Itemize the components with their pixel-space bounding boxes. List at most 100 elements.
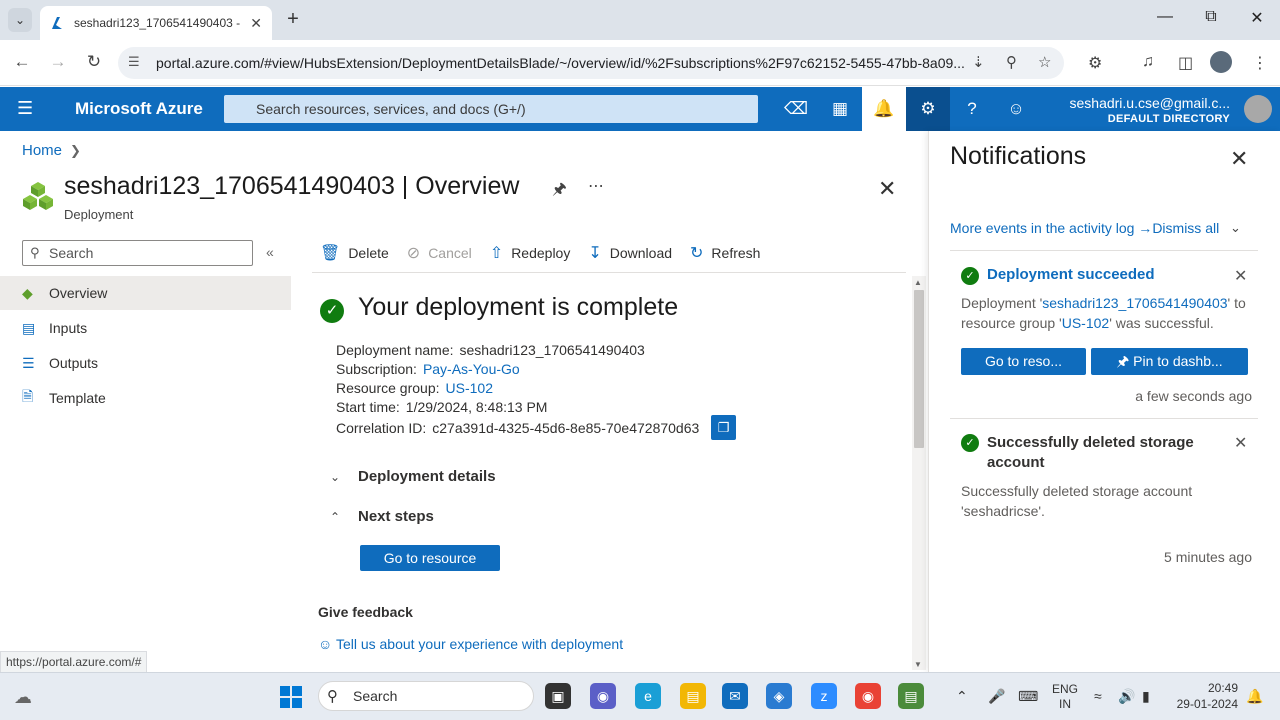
collapse-menu-icon[interactable]: « [266, 244, 274, 260]
extensions-icon[interactable]: ⚙ [1088, 53, 1102, 73]
resource-group-link[interactable]: US-102 [446, 380, 493, 396]
notepad-icon[interactable]: ▤ [898, 683, 924, 709]
go-to-resource-button[interactable]: Go to resource [360, 545, 500, 571]
portal-menu-icon[interactable]: ☰ [17, 99, 35, 117]
more-options-icon[interactable]: ⋯ [588, 176, 604, 196]
notification-dismiss-icon[interactable]: ✕ [1234, 266, 1247, 286]
reload-icon[interactable]: ↻ [82, 52, 106, 72]
new-tab-icon[interactable]: + [282, 8, 304, 32]
tray-overflow-chevron-icon[interactable]: ⌃ [956, 688, 968, 705]
directory-filter-icon[interactable]: ▦ [818, 87, 862, 131]
resource-group-link[interactable]: US-102 [1062, 315, 1109, 331]
volume-icon[interactable]: 🔊 [1118, 688, 1135, 705]
notification-dismiss-icon[interactable]: ✕ [1234, 433, 1247, 453]
next-steps-toggle[interactable]: ⌃ Next steps [330, 508, 434, 525]
help-icon[interactable]: ? [950, 87, 994, 131]
dismiss-all-link[interactable]: Dismiss all [1152, 220, 1219, 236]
activity-log-link[interactable]: More events in the activity log → [950, 220, 1152, 236]
cloud-shell-icon[interactable]: ⌫ [774, 87, 818, 131]
zoom-app-icon[interactable]: z [811, 683, 837, 709]
nav-item-outputs[interactable]: ☰ Outputs [0, 346, 291, 380]
minimize-icon[interactable]: — [1150, 8, 1180, 26]
site-info-icon[interactable]: ☰ [128, 54, 140, 70]
keyboard-icon[interactable]: ⌨ [1018, 688, 1038, 705]
deployment-details-toggle[interactable]: ⌄ Deployment details [330, 468, 496, 485]
feedback-icon[interactable]: ☺ [994, 87, 1038, 131]
wifi-icon[interactable]: ≈ [1094, 688, 1102, 704]
input-language-indicator[interactable]: ENG IN [1052, 682, 1078, 712]
chrome-browser-icon[interactable]: ◉ [855, 683, 881, 709]
forward-icon[interactable]: → [46, 52, 70, 72]
link-status-url: https://portal.azure.com/# [0, 651, 148, 673]
teams-chat-icon[interactable]: ◉ [590, 683, 616, 709]
zoom-icon[interactable]: ⚲ [1006, 53, 1017, 71]
system-clock[interactable]: 20:49 29-01-2024 [1174, 680, 1238, 712]
notifications-bell-icon[interactable]: 🔔 [862, 87, 906, 131]
notifications-close-icon[interactable]: ✕ [1230, 146, 1248, 172]
refresh-button[interactable]: ↻ Refresh [690, 243, 760, 263]
breadcrumb-home[interactable]: Home [22, 142, 62, 159]
correlation-id-label: Correlation ID: [336, 420, 427, 436]
window-close-icon[interactable]: ✕ [1242, 8, 1272, 28]
cancel-button[interactable]: ⊘ Cancel [407, 243, 472, 263]
feedback-link[interactable]: ☺ Tell us about your experience with dep… [318, 636, 623, 652]
dismiss-options-chevron-icon[interactable]: ⌄ [1230, 220, 1241, 236]
pin-icon[interactable]: 🖈 [552, 178, 567, 205]
tab-close-icon[interactable]: ✕ [250, 15, 262, 32]
overview-icon: ◆ [22, 284, 33, 301]
user-avatar[interactable] [1244, 95, 1272, 123]
pin-to-dashboard-button[interactable]: 🖈 Pin to dashb... [1091, 348, 1248, 375]
url-field[interactable]: portal.azure.com/#view/HubsExtension/Dep… [118, 47, 1064, 79]
delete-button[interactable]: 🗑 Delete [320, 243, 389, 263]
global-search-input[interactable]: Search resources, services, and docs (G+… [224, 95, 758, 123]
settings-gear-icon[interactable]: ⚙ [906, 87, 950, 131]
scrollbar-thumb[interactable] [914, 290, 924, 448]
next-steps-label: Next steps [358, 508, 434, 525]
blade-search-input[interactable]: Search [22, 240, 253, 266]
scroll-up-icon[interactable]: ▲ [914, 278, 922, 287]
back-icon[interactable]: ← [10, 52, 34, 72]
tab-title: seshadri123_1706541490403 - [74, 16, 241, 30]
deployment-link[interactable]: seshadri123_1706541490403 [1042, 295, 1227, 311]
subscription-link[interactable]: Pay-As-You-Go [423, 361, 520, 377]
chevron-up-icon: ⌃ [330, 509, 341, 524]
mail-icon[interactable]: ✉ [722, 683, 748, 709]
deployment-status-heading: Your deployment is complete [358, 293, 679, 321]
app-icon[interactable]: ◈ [766, 683, 792, 709]
tab-search-icon[interactable]: ⌄ [8, 8, 32, 32]
edge-browser-icon[interactable]: e [635, 683, 661, 709]
bookmark-star-icon[interactable]: ☆ [1038, 53, 1051, 71]
download-button[interactable]: ↧ Download [588, 243, 672, 263]
notification-title[interactable]: Deployment succeeded [987, 266, 1155, 283]
battery-icon[interactable]: ▮ [1142, 688, 1150, 705]
side-panel-icon[interactable]: ◫ [1178, 53, 1193, 73]
browser-tab[interactable]: seshadri123_1706541490403 - ✕ [40, 6, 272, 40]
install-app-icon[interactable]: ⇣ [972, 53, 985, 71]
notification-center-bell-icon[interactable]: 🔔 [1246, 688, 1263, 705]
redeploy-button[interactable]: ⇧ Redeploy [490, 243, 571, 263]
file-explorer-icon[interactable]: ▤ [680, 683, 706, 709]
resource-group-label: Resource group: [336, 380, 440, 396]
account-menu[interactable]: seshadri.u.cse@gmail.c... DEFAULT DIRECT… [1070, 95, 1231, 125]
taskbar-search-input[interactable]: Search [318, 681, 534, 711]
nav-item-template[interactable]: 🗎 Template [0, 381, 291, 415]
maximize-icon[interactable]: ⧉ [1196, 8, 1226, 26]
microphone-icon[interactable]: 🎤 [988, 688, 1005, 705]
inputs-icon: ▤ [22, 319, 36, 336]
notification-body-text: ' was successful. [1109, 315, 1214, 331]
scroll-down-icon[interactable]: ▼ [914, 660, 922, 669]
go-to-resource-notif-button[interactable]: Go to reso... [961, 348, 1086, 375]
start-windows-icon[interactable] [278, 684, 304, 710]
success-check-icon: ✓ [961, 267, 979, 285]
task-view-icon[interactable]: ▣ [545, 683, 571, 709]
media-control-icon[interactable]: ♫ [1142, 53, 1154, 71]
browser-menu-icon[interactable]: ⋮ [1252, 53, 1268, 73]
azure-brand[interactable]: Microsoft Azure [75, 99, 203, 119]
nav-item-inputs[interactable]: ▤ Inputs [0, 311, 291, 345]
weather-widget-icon[interactable]: ☁ [10, 684, 36, 710]
copy-icon[interactable]: ❐ [711, 415, 736, 440]
nav-item-overview[interactable]: ◆ Overview [0, 276, 291, 310]
pin-icon: 🖈 [1116, 353, 1134, 369]
browser-profile-avatar[interactable] [1210, 51, 1232, 73]
blade-close-icon[interactable]: ✕ [878, 176, 896, 202]
